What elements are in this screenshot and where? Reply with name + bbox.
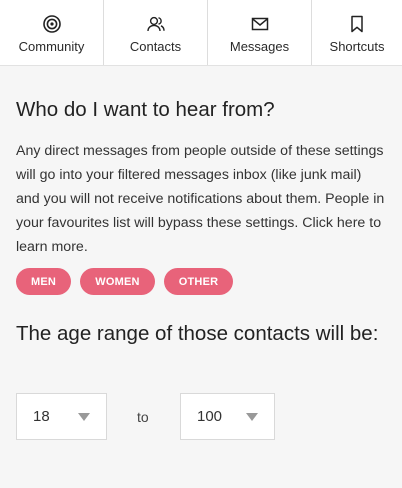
min-age-value: 18	[33, 408, 50, 425]
age-range-heading: The age range of those contacts will be:	[16, 322, 379, 345]
tab-label: Community	[18, 39, 85, 54]
chevron-down-icon	[78, 413, 90, 421]
age-range-separator: to	[137, 409, 149, 425]
tab-label: Contacts	[129, 39, 182, 54]
tab-messages[interactable]: Messages	[208, 0, 312, 65]
gender-filter-group: MEN WOMEN OTHER	[16, 268, 233, 295]
filter-women-button[interactable]: WOMEN	[80, 268, 155, 295]
chevron-down-icon	[246, 413, 258, 421]
section-heading: Who do I want to hear from?	[16, 98, 275, 121]
envelope-icon	[251, 17, 268, 31]
min-age-select[interactable]: 18	[16, 393, 107, 440]
target-icon	[42, 15, 61, 33]
tab-contacts[interactable]: Contacts	[104, 0, 208, 65]
contacts-icon	[146, 16, 165, 32]
tab-label: Messages	[229, 39, 290, 54]
tab-community[interactable]: Community	[0, 0, 104, 65]
filter-men-button[interactable]: MEN	[16, 268, 71, 295]
filter-other-button[interactable]: OTHER	[164, 268, 233, 295]
section-description: Any direct messages from people outside …	[16, 143, 385, 255]
top-tab-bar: Community Contacts Messages Shortcuts	[0, 0, 402, 66]
bookmark-icon	[351, 15, 363, 33]
max-age-value: 100	[197, 408, 223, 425]
tab-shortcuts[interactable]: Shortcuts	[312, 0, 402, 65]
tab-label: Shortcuts	[329, 39, 385, 54]
max-age-select[interactable]: 100	[180, 393, 275, 440]
